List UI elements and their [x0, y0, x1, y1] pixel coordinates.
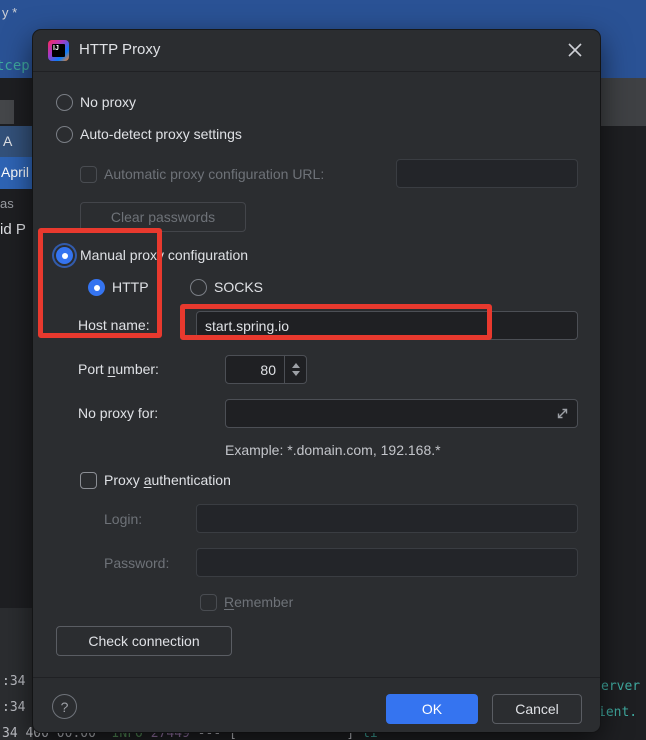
radio-no-proxy[interactable] [56, 94, 73, 111]
radio-auto-detect-label: Auto-detect proxy settings [80, 126, 242, 142]
dialog-titlebar: IJ HTTP Proxy [33, 30, 600, 72]
example-hint: Example: *.domain.com, 192.168.* [225, 442, 441, 458]
intellij-idea-icon: IJ [48, 40, 69, 61]
spinner-up-icon[interactable] [291, 363, 300, 368]
remember-label: Remember [224, 594, 294, 610]
port-number-stepper [225, 355, 307, 384]
spinner-down-icon[interactable] [291, 371, 300, 376]
radio-http[interactable] [88, 279, 105, 296]
console-log-fragment: ient. [598, 705, 638, 720]
password-input[interactable] [196, 548, 578, 577]
tree-row[interactable]: id P [0, 221, 26, 238]
radio-socks-label: SOCKS [214, 279, 264, 295]
help-button[interactable]: ? [52, 694, 77, 719]
password-label: Password: [104, 555, 170, 571]
checkbox-remember[interactable] [200, 594, 217, 611]
clear-passwords-button[interactable]: Clear passwords [80, 202, 246, 232]
radio-http-label: HTTP [112, 279, 149, 295]
radio-manual-proxy[interactable] [56, 247, 73, 264]
console-timestamp: :34 [2, 700, 26, 715]
editor-text-fragment: tcep [0, 58, 30, 74]
radio-no-proxy-label: No proxy [80, 94, 137, 110]
console-log-fragment: erver [601, 679, 641, 694]
radio-auto-detect[interactable] [56, 126, 73, 143]
radio-manual-proxy-label: Manual proxy configuration [80, 247, 249, 263]
host-name-input[interactable] [196, 311, 578, 340]
check-connection-button[interactable]: Check connection [56, 626, 232, 656]
gutter-block [0, 100, 14, 124]
editor-text-fragment: y * [2, 5, 18, 20]
tree-row[interactable]: as [0, 196, 14, 211]
http-proxy-dialog: IJ HTTP Proxy No proxy Auto-detect proxy… [33, 30, 600, 732]
checkbox-proxy-authentication[interactable] [80, 472, 97, 489]
radio-socks[interactable] [190, 279, 207, 296]
login-input[interactable] [196, 504, 578, 533]
tree-row-selected[interactable]: April [0, 157, 33, 189]
close-icon[interactable] [566, 41, 584, 59]
checkbox-auto-url[interactable] [80, 166, 97, 183]
footer-separator [33, 677, 600, 678]
spinner-arrows[interactable] [284, 356, 306, 383]
console-timestamp: :34 [2, 674, 26, 689]
expand-icon[interactable] [555, 406, 570, 421]
no-proxy-for-input[interactable] [225, 399, 578, 428]
auto-url-label: Automatic proxy configuration URL: [104, 166, 325, 182]
login-label: Login: [104, 511, 143, 527]
proxy-authentication-label: Proxy authentication [104, 472, 231, 488]
no-proxy-for-label: No proxy for: [78, 405, 159, 421]
ide-screen: y * tcep A April as id P :34 :34 erver i… [0, 0, 646, 740]
toolbar-strip [592, 78, 646, 126]
auto-url-input[interactable] [396, 159, 578, 188]
tree-row[interactable]: A [0, 126, 33, 157]
host-name-label: Host name: [78, 317, 150, 333]
dialog-title: HTTP Proxy [79, 41, 161, 58]
cancel-button[interactable]: Cancel [492, 694, 582, 724]
port-number-label: Port number: [78, 361, 159, 377]
ok-button[interactable]: OK [386, 694, 478, 724]
